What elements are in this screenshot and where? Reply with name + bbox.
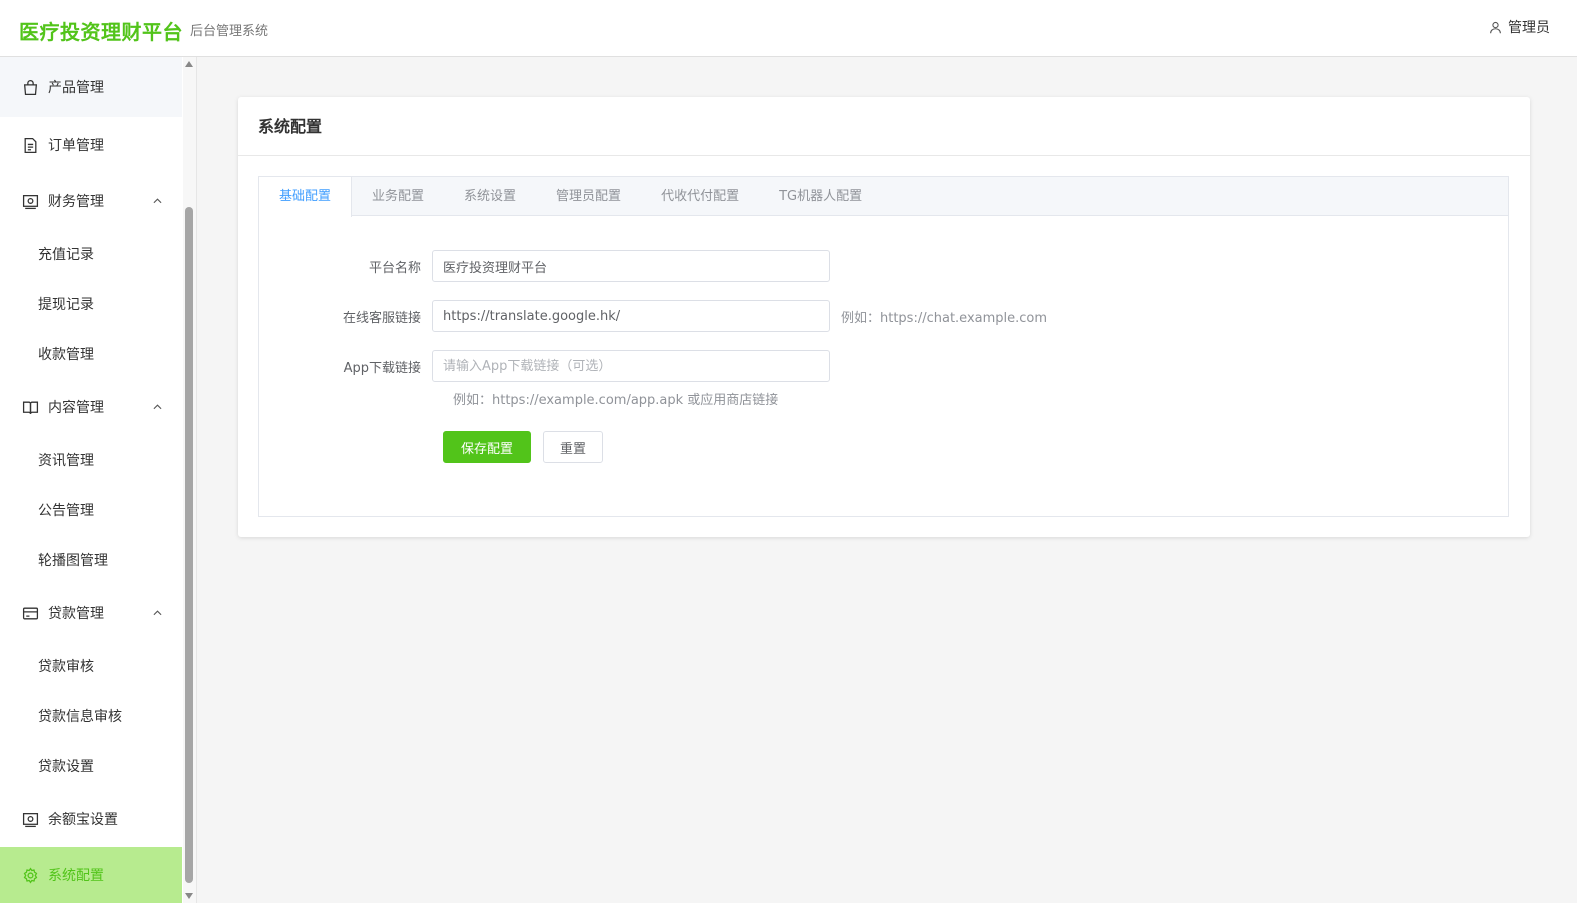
sidebar-item-content[interactable]: 内容管理: [0, 379, 182, 435]
sidebar-item-orders[interactable]: 订单管理: [0, 117, 182, 173]
sidebar-item-yuebao[interactable]: 余额宝设置: [0, 791, 182, 847]
service-link-label: 在线客服链接: [342, 310, 421, 326]
app-link-label: App下载链接: [343, 360, 421, 376]
chevron-up-icon[interactable]: [153, 610, 162, 616]
platform-name-input[interactable]: [432, 250, 830, 282]
platform-name-label: 平台名称: [368, 260, 421, 276]
sidebar-item-label: 余额宝设置: [48, 812, 118, 828]
config-card: 系统配置 基础配置 业务配置 系统设置 管理员配置 代收代付配置 TG机器人配置…: [238, 97, 1530, 537]
sidebar-item-products[interactable]: 产品管理: [0, 57, 182, 117]
platform-logo[interactable]: 医疗投资理财平台: [19, 16, 183, 45]
reset-button[interactable]: 重置: [543, 431, 603, 463]
sidebar-subitem-notice[interactable]: 公告管理: [0, 485, 182, 535]
sidebar-item-finance[interactable]: 财务管理: [0, 173, 182, 229]
user-menu[interactable]: 管理员: [1489, 17, 1550, 37]
tab-admin[interactable]: 管理员配置: [536, 177, 641, 216]
sidebar-subitem-loan-info-review[interactable]: 贷款信息审核: [0, 691, 182, 741]
sidebar-item-label: 贷款管理: [48, 606, 104, 622]
sidebar-item-label: 财务管理: [48, 194, 104, 210]
document-icon: [22, 137, 39, 154]
form-row-platform-name: 平台名称: [259, 250, 830, 282]
wallet-icon: [22, 811, 39, 828]
sidebar-item-label: 系统配置: [48, 868, 104, 884]
form-row-service-link: 在线客服链接 例如：https://chat.example.com: [259, 300, 1047, 332]
scroll-down-arrow-icon[interactable]: [185, 893, 193, 899]
sidebar-subitem-banner[interactable]: 轮播图管理: [0, 535, 182, 585]
tab-business[interactable]: 业务配置: [352, 177, 444, 216]
wallet-icon: [22, 193, 39, 210]
user-icon: [1490, 21, 1501, 33]
system-subtitle: 后台管理系统: [190, 24, 269, 39]
sidebar-item-system-config[interactable]: 系统配置: [0, 847, 182, 903]
tab-system[interactable]: 系统设置: [444, 177, 536, 216]
config-tabs: 基础配置 业务配置 系统设置 管理员配置 代收代付配置 TG机器人配置 平台名称…: [258, 176, 1509, 517]
sidebar-subitem-loan-settings[interactable]: 贷款设置: [0, 741, 182, 791]
tab-basic[interactable]: 基础配置: [259, 177, 353, 217]
chevron-up-icon[interactable]: [153, 198, 162, 204]
gear-icon: [22, 866, 39, 884]
top-header: 医疗投资理财平台 后台管理系统 管理员: [0, 0, 1577, 57]
service-link-input[interactable]: [432, 300, 830, 332]
save-config-button[interactable]: 保存配置: [443, 431, 531, 463]
tab-bar: 基础配置 业务配置 系统设置 管理员配置 代收代付配置 TG机器人配置: [259, 177, 1508, 217]
app-link-input[interactable]: [432, 350, 830, 382]
sidebar-item-loan[interactable]: 贷款管理: [0, 585, 182, 641]
service-link-hint: 例如：https://chat.example.com: [841, 310, 1048, 326]
sidebar-item-label: 产品管理: [48, 80, 104, 96]
chevron-up-icon[interactable]: [153, 404, 162, 410]
sidebar: 产品管理 订单管理 财务管理 充值记录 提现记录 收款管理 内容管理 资讯管理 …: [0, 57, 197, 903]
bag-icon: [22, 79, 39, 96]
book-icon: [22, 399, 39, 416]
credit-card-icon: [22, 605, 39, 622]
sidebar-scrollbar[interactable]: [183, 57, 196, 903]
sidebar-subitem-withdraw[interactable]: 提现记录: [0, 279, 182, 329]
sidebar-item-label: 内容管理: [48, 400, 104, 416]
form-row-app-link: App下载链接: [259, 350, 830, 382]
sidebar-subitem-news[interactable]: 资讯管理: [0, 435, 182, 485]
sidebar-subitem-recharge[interactable]: 充值记录: [0, 229, 182, 279]
user-name: 管理员: [1508, 20, 1550, 36]
sidebar-menu: 产品管理 订单管理 财务管理 充值记录 提现记录 收款管理 内容管理 资讯管理 …: [0, 57, 182, 903]
scroll-up-arrow-icon[interactable]: [185, 61, 193, 67]
form-actions: 保存配置 重置: [443, 431, 603, 463]
page-title: 系统配置: [238, 97, 1530, 156]
tab-payment[interactable]: 代收代付配置: [641, 177, 759, 216]
sidebar-subitem-payment[interactable]: 收款管理: [0, 329, 182, 379]
app-link-hint: 例如：https://example.com/app.apk 或应用商店链接: [453, 393, 779, 408]
scroll-thumb[interactable]: [185, 207, 193, 883]
tab-tg-bot[interactable]: TG机器人配置: [759, 177, 882, 216]
sidebar-subitem-loan-review[interactable]: 贷款审核: [0, 641, 182, 691]
sidebar-item-label: 订单管理: [48, 138, 104, 154]
